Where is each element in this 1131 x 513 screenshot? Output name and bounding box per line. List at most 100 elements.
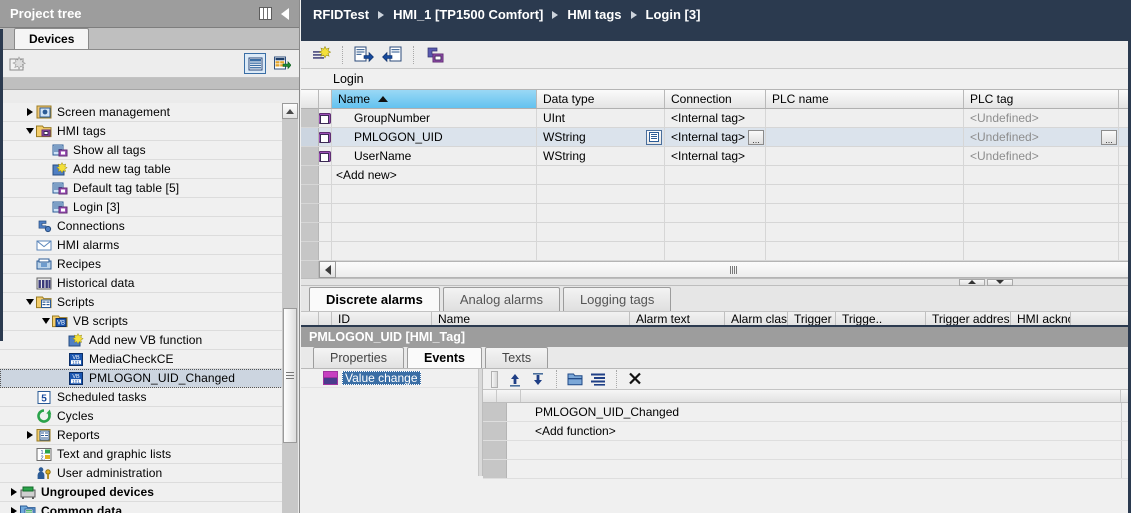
tree-item-hmi-tags[interactable]: HMI tags [0,122,283,141]
expander-expanded-icon[interactable] [24,128,36,134]
function-empty-cell-0[interactable] [507,441,1121,459]
empty-cell-0-4[interactable] [964,185,1119,203]
triangle-up-icon[interactable] [959,278,985,286]
table-view-icon[interactable] [244,53,266,74]
editor-splitter[interactable] [301,278,1131,286]
tree-item-historical-data[interactable]: Historical data [0,274,283,293]
row-selector-2[interactable] [301,147,319,165]
alarm-column-header-alarm-class[interactable]: Alarm class [725,312,788,325]
tree-item-default-tag-table-5[interactable]: Default tag table [5] [0,179,283,198]
cell-plcname-1[interactable] [766,128,964,146]
empty-cell-1-3[interactable] [766,204,964,222]
tab-texts[interactable]: Texts [484,347,549,368]
cell-datatype-1[interactable]: WString [537,128,665,146]
empty-cell-2-0[interactable] [332,223,537,241]
empty-cell-1-0[interactable] [332,204,537,222]
delete-x-icon[interactable] [625,370,645,388]
empty-cell-1-4[interactable] [964,204,1119,222]
expander-expanded-icon[interactable] [24,299,36,305]
cell-plctag-0[interactable]: <Undefined> [964,109,1119,127]
tree-item-add-new-vb-function[interactable]: Add new VB function [0,331,283,350]
tree-item-mediacheckce[interactable]: VB 101 MediaCheckCE [0,350,283,369]
triangle-down-icon[interactable] [987,278,1013,286]
alarm-column-header-hmi-ackno[interactable]: HMI ackno [1011,312,1071,325]
empty-row[interactable] [301,185,1131,204]
cell-connection-1[interactable]: <Internal tag>... [665,128,766,146]
function-table-body[interactable]: PMLOGON_UID_Changed <Add function> [483,403,1131,479]
row-selector-empty-2[interactable] [301,223,319,241]
empty-cell-2-1[interactable] [537,223,665,241]
empty-cell-2-3[interactable] [766,223,964,241]
empty-cell-3-1[interactable] [537,242,665,260]
cell-name-2[interactable]: UserName [332,147,537,165]
tree-item-cycles[interactable]: Cycles [0,407,283,426]
empty-cell-1-1[interactable] [537,204,665,222]
chevron-up-icon[interactable] [282,103,298,119]
function-empty-cell-1[interactable] [507,460,1121,478]
tree-item-recipes[interactable]: Recipes [0,255,283,274]
tag-column-header-plc-name[interactable]: PLC name [766,90,964,108]
add-new-row[interactable]: <Add new> [301,166,1131,185]
tab-events[interactable]: Events [406,347,482,368]
cell-connection-0[interactable]: <Internal tag> [665,109,766,127]
cell-addnew-plcname[interactable] [766,166,964,184]
chevron-left-icon[interactable] [319,261,336,278]
project-tree-scrollbar[interactable] [282,103,298,513]
empty-cell-0-2[interactable] [665,185,766,203]
function-empty-row[interactable] [483,460,1131,479]
tree-item-login-3[interactable]: Login [3] [0,198,283,217]
connect-tags-icon[interactable] [423,44,447,66]
empty-cell-3-3[interactable] [766,242,964,260]
tree-item-scripts[interactable]: Scripts [0,293,283,312]
function-name-1[interactable]: <Add function> [507,422,1121,440]
columns-icon[interactable] [255,4,275,24]
function-row[interactable]: PMLOGON_UID_Changed [483,403,1131,422]
expander-collapsed-icon[interactable] [8,488,20,496]
function-empty-gutter-1[interactable] [483,460,507,478]
tab-discrete-alarms[interactable]: Discrete alarms [309,287,440,311]
tree-item-user-administration[interactable]: User administration [0,464,283,483]
tree-item-ungrouped-devices[interactable]: Ungrouped devices [0,483,283,502]
list-icon[interactable] [588,370,608,388]
cell-connection-2[interactable]: <Internal tag> [665,147,766,165]
connection-browse-button[interactable]: ... [748,129,764,145]
new-folder-icon[interactable] [565,370,585,388]
table-row[interactable]: PMLOGON_UID WString <Internal tag>... <Unde… [301,128,1131,147]
empty-cell-1-2[interactable] [665,204,766,222]
function-name-0[interactable]: PMLOGON_UID_Changed [507,403,1121,421]
cell-add-new[interactable]: <Add new> [332,166,537,184]
cell-plcname-2[interactable] [766,147,964,165]
cell-plctag-1[interactable]: <Undefined>... [964,128,1119,146]
cell-name-1[interactable]: PMLOGON_UID [332,128,537,146]
alarm-column-header-id[interactable]: ID [332,312,432,325]
breadcrumb-item-1[interactable]: HMI_1 [TP1500 Comfort] [393,7,543,22]
cell-addnew-datatype[interactable] [537,166,665,184]
tree-item-hmi-alarms[interactable]: HMI alarms [0,236,283,255]
hscroll-thumb[interactable] [336,261,1131,278]
alarm-column-header-alarm-text[interactable]: Alarm text [630,312,725,325]
empty-cell-2-4[interactable] [964,223,1119,241]
tree-item-reports[interactable]: Reports [0,426,283,445]
empty-row[interactable] [301,204,1131,223]
alarm-column-header-name[interactable]: Name [432,312,630,325]
scrollbar-thumb[interactable] [283,308,297,443]
empty-cell-2-2[interactable] [665,223,766,241]
empty-cell-0-3[interactable] [766,185,964,203]
breadcrumb-item-2[interactable]: HMI tags [567,7,621,22]
export-table-icon[interactable] [271,53,293,74]
function-row-gutter-0[interactable] [483,403,507,421]
toolbar-drag-handle[interactable] [491,370,498,388]
empty-row[interactable] [301,223,1131,242]
project-tree-list[interactable]: Screen management HMI tags Show all tags Ad… [0,103,283,513]
table-row[interactable]: GroupNumber UInt <Internal tag> <Undefined> [301,109,1131,128]
cell-addnew-plctag[interactable] [964,166,1119,184]
tree-item-vb-scripts[interactable]: VB VB scripts [0,312,283,331]
event-item-value-change[interactable]: Value change [301,369,478,388]
row-selector-addnew[interactable] [301,166,319,184]
expander-collapsed-icon[interactable] [24,108,36,116]
function-empty-row[interactable] [483,441,1131,460]
tab-logging-tags[interactable]: Logging tags [562,287,672,311]
empty-cell-3-2[interactable] [665,242,766,260]
tag-column-header-data-type[interactable]: Data type [537,90,665,108]
alarm-column-header-trigger-address[interactable]: Trigger address [926,312,1011,325]
